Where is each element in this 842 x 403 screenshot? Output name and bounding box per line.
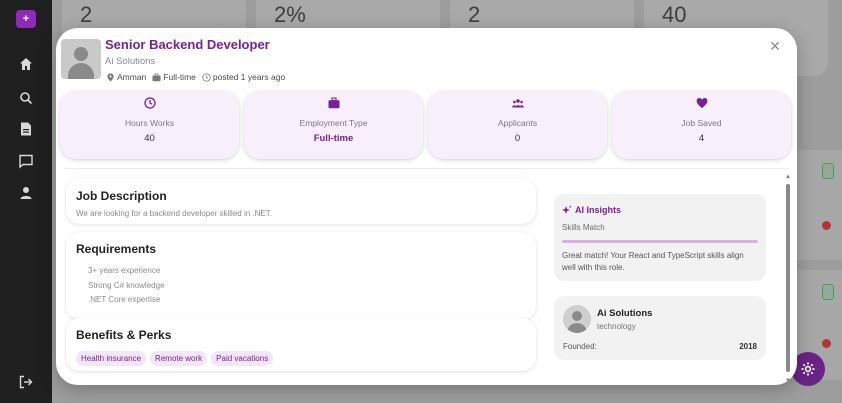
stat-card-applicants: Applicants 0 xyxy=(428,91,607,159)
search-icon[interactable] xyxy=(18,90,34,106)
section-heading: Requirements xyxy=(76,242,157,256)
founded-label: Founded: xyxy=(563,342,597,351)
heart-icon xyxy=(696,97,708,109)
close-button[interactable]: × xyxy=(765,36,785,56)
posted-time: posted 1 years ago xyxy=(212,72,286,82)
stat-value: 40 xyxy=(144,133,155,144)
stat-value: 4 xyxy=(698,133,705,144)
stat-card-employment-type: Employment Type Full-time xyxy=(244,91,423,159)
requirements-list: 3+ years experience Strong C# knowledge … xyxy=(88,264,165,308)
description-text: We are looking for a backend developer s… xyxy=(76,209,272,218)
ai-insights-title: AI Insights xyxy=(562,205,621,215)
company-info-card: Ai Solutions technology Founded: 2018 xyxy=(554,296,766,360)
logout-icon[interactable] xyxy=(18,374,34,390)
bg-action-button xyxy=(822,163,834,179)
list-item: Strong C# knowledge xyxy=(88,280,165,290)
chat-icon[interactable] xyxy=(18,153,34,169)
founded-value: 2018 xyxy=(739,342,757,351)
ai-insights-panel: AI Insights Skills Match Great match! Yo… xyxy=(554,194,766,281)
bg-stat-value: 2% xyxy=(274,2,306,27)
benefit-tag: Health insurance xyxy=(76,351,147,366)
benefits-section: Benefits & Perks Health insurance Remote… xyxy=(66,318,536,371)
users-icon xyxy=(511,97,524,109)
job-location: Amman xyxy=(117,72,147,82)
stat-label: Employment Type xyxy=(299,118,368,128)
scroll-down-arrow-icon[interactable]: ▼ xyxy=(785,378,791,384)
list-item: .NET Core expertise xyxy=(88,295,161,304)
location-pin-icon xyxy=(106,72,115,82)
ai-insights-label: AI Insights xyxy=(575,205,622,215)
user-icon[interactable] xyxy=(18,185,34,201)
modal-scrollbar[interactable]: ▲ ▼ xyxy=(785,174,791,384)
stat-label: Applicants xyxy=(497,118,538,128)
stat-value: 0 xyxy=(514,133,521,144)
job-description-section: Job Description We are looking for a bac… xyxy=(66,178,536,224)
sparkle-icon xyxy=(562,205,572,215)
stat-label: Job Saved xyxy=(681,118,722,128)
skills-match-fill xyxy=(562,240,758,243)
job-title: Senior Backend Developer xyxy=(105,37,270,52)
job-details-modal: × Senior Backend Developer Ai Solutions … xyxy=(56,28,797,385)
ai-insights-message: Great match! Your React and TypeScript s… xyxy=(562,251,744,272)
job-meta: Amman Full-time posted 1 years ago xyxy=(106,72,291,82)
clock-icon xyxy=(202,72,211,82)
bg-stat-value: 40 xyxy=(662,2,687,27)
sidebar: + xyxy=(0,0,52,403)
clock-icon xyxy=(143,97,156,109)
skills-match-bar xyxy=(562,240,758,243)
briefcase-icon xyxy=(328,97,340,109)
list-item: 3+ years experience xyxy=(88,266,161,275)
gear-icon xyxy=(801,362,815,376)
home-icon[interactable] xyxy=(18,56,34,72)
bg-stat-value: 2 xyxy=(80,2,93,27)
stat-label: Hours Works xyxy=(125,118,174,128)
bg-heart-icon xyxy=(822,339,831,348)
company-avatar xyxy=(61,39,101,79)
section-divider xyxy=(64,168,789,169)
section-heading: Job Description xyxy=(76,189,167,203)
scrollbar-thumb[interactable] xyxy=(786,184,790,372)
benefit-tags: Health insurance Remote work Paid vacati… xyxy=(76,351,277,366)
stat-value: Full-time xyxy=(313,133,354,144)
skills-match-label: Skills Match xyxy=(562,223,605,232)
company-avatar xyxy=(563,305,591,333)
section-heading: Benefits & Perks xyxy=(76,328,172,342)
benefit-tag: Remote work xyxy=(150,351,208,366)
bg-heart-icon xyxy=(822,221,831,230)
company-name: Ai Solutions xyxy=(105,56,156,67)
briefcase-icon xyxy=(152,72,161,82)
company-industry: technology xyxy=(597,322,636,331)
job-type: Full-time xyxy=(163,72,196,82)
requirements-section: Requirements 3+ years experience Strong … xyxy=(66,232,536,320)
bg-stat-value: 2 xyxy=(468,2,481,27)
stat-card-hours: Hours Works 40 xyxy=(60,91,239,159)
bg-job-card xyxy=(790,150,842,260)
company-card-name: Ai Solutions xyxy=(597,308,653,319)
bg-action-button xyxy=(822,284,834,300)
benefit-tag: Paid vacations xyxy=(211,351,274,366)
job-stats: Hours Works 40 Employment Type Full-time… xyxy=(60,91,793,159)
document-icon[interactable] xyxy=(18,121,34,137)
app-logo-icon[interactable]: + xyxy=(16,10,36,28)
stat-card-job-saved: Job Saved 4 xyxy=(612,91,791,159)
scroll-up-arrow-icon[interactable]: ▲ xyxy=(785,174,791,180)
